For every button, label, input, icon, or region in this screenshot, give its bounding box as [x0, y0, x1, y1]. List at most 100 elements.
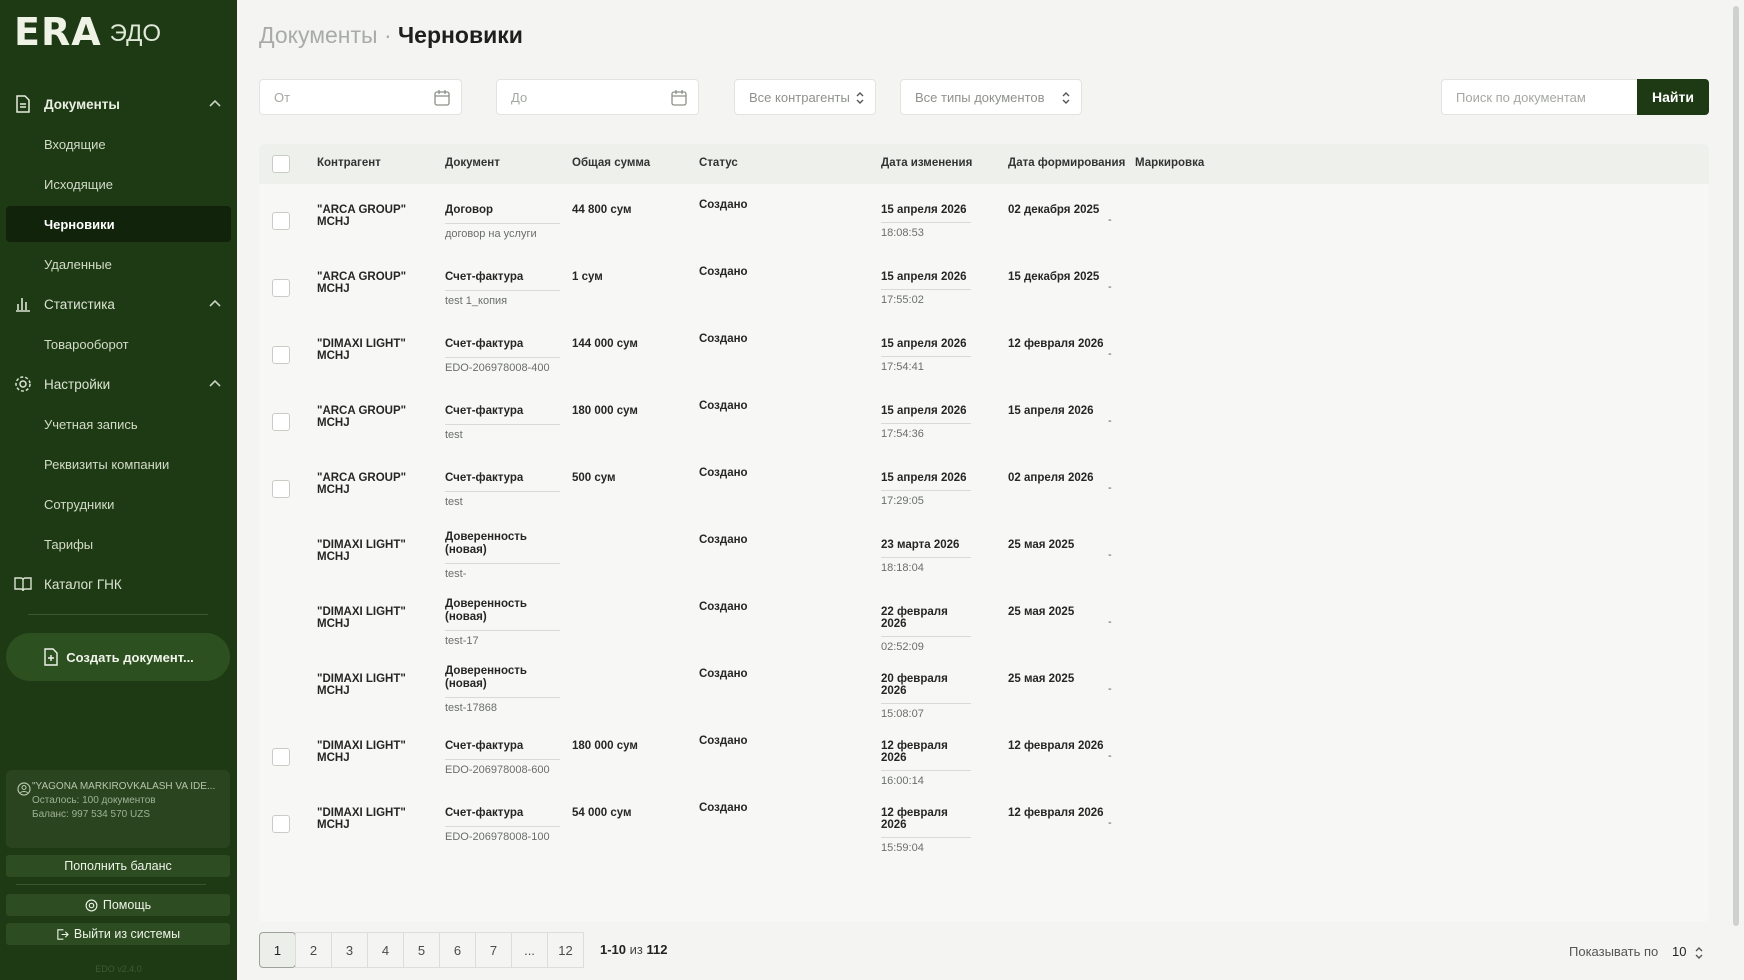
status-badge: Создано — [699, 601, 748, 613]
table-row[interactable]: "DIMAXI LIGHT" MCHJ Счет-фактура EDO-20697… — [259, 720, 1709, 795]
pagination-ellipsis[interactable]: ... — [511, 932, 548, 968]
pagination-of: из — [629, 942, 643, 957]
sidebar-item-drafts[interactable]: Черновики — [6, 206, 231, 242]
row-checkbox[interactable] — [272, 413, 290, 431]
table-row[interactable]: "ARCA GROUP" MCHJ Договор договор на услуг… — [259, 184, 1709, 259]
row-checkbox[interactable] — [272, 346, 290, 364]
nav-catalog[interactable]: Каталог ГНК — [0, 564, 237, 604]
table-row[interactable]: "ARCA GROUP" MCHJ Счет-фактура test 500 сум… — [259, 452, 1709, 527]
cell-document[interactable]: Счет-фактура EDO-206978008-400 — [445, 338, 560, 374]
calendar-icon[interactable] — [670, 89, 688, 107]
table-row[interactable]: "DIMAXI LIGHT" MCHJ Доверенность (новая) t… — [259, 519, 1709, 594]
date-to-input[interactable]: До — [496, 79, 699, 115]
page-button[interactable]: 1 — [259, 932, 296, 968]
nav-group-statistics[interactable]: Статистика — [0, 284, 237, 324]
account-card: "YAGONA MARKIROVKALASH VA IDE... Осталос… — [6, 770, 230, 848]
document-type: Счет-фактура — [445, 271, 560, 291]
cell-document[interactable]: Счет-фактура EDO-206978008-600 — [445, 740, 560, 776]
column-header-status[interactable]: Статус — [699, 157, 738, 169]
status-badge: Создано — [699, 668, 748, 680]
cell-changed-date: 23 марта 2026 18:18:04 — [881, 539, 971, 574]
help-button[interactable]: Помощь — [6, 894, 230, 916]
cell-document[interactable]: Договор договор на услуги — [445, 204, 560, 240]
sidebar-item-incoming[interactable]: Входящие — [0, 124, 237, 164]
cell-counterparty: "DIMAXI LIGHT" MCHJ — [317, 539, 406, 563]
page-scrollbar[interactable] — [1733, 6, 1739, 926]
bar-chart-icon — [14, 295, 32, 313]
page-button[interactable]: 6 — [439, 932, 476, 968]
create-document-button[interactable]: Создать документ... — [6, 633, 230, 681]
status-badge: Создано — [699, 400, 748, 412]
logout-button[interactable]: Выйти из системы — [6, 923, 230, 945]
nav-group-settings[interactable]: Настройки — [0, 364, 237, 404]
cell-document[interactable]: Счет-фактура test — [445, 472, 560, 508]
cell-amount: 500 сум — [572, 472, 616, 484]
status-badge: Создано — [699, 266, 748, 278]
cell-document[interactable]: Счет-фактура test 1_копия — [445, 271, 560, 307]
per-page-select[interactable]: 10 — [1672, 944, 1686, 959]
document-type: Доверенность (новая) — [445, 598, 560, 631]
changed-time: 18:08:53 — [881, 227, 924, 239]
cell-document[interactable]: Доверенность (новая) test-17 — [445, 598, 560, 647]
chevron-up-icon — [209, 379, 221, 387]
changed-time: 15:08:07 — [881, 708, 924, 720]
column-header-counterparty[interactable]: Контрагент — [317, 157, 381, 169]
cell-changed-date: 12 февраля 2026 16:00:14 — [881, 740, 971, 787]
search-button[interactable]: Найти — [1637, 79, 1709, 115]
row-checkbox[interactable] — [272, 815, 290, 833]
counterparty-select[interactable]: Все контрагенты — [734, 79, 876, 115]
documents-table: Контрагент Документ Общая сумма Статус Д… — [259, 144, 1709, 922]
page-button[interactable]: 2 — [295, 932, 332, 968]
column-header-marking[interactable]: Маркировка — [1135, 157, 1204, 169]
column-header-document[interactable]: Документ — [445, 157, 500, 169]
sidebar-item-tariffs[interactable]: Тарифы — [0, 524, 237, 564]
page-button[interactable]: 3 — [331, 932, 368, 968]
table-row[interactable]: "DIMAXI LIGHT" MCHJ Счет-фактура EDO-20697… — [259, 318, 1709, 393]
sidebar-item-company-details[interactable]: Реквизиты компании — [0, 444, 237, 484]
cell-document[interactable]: Счет-фактура test — [445, 405, 560, 441]
breadcrumb-section[interactable]: Документы — [259, 22, 378, 48]
table-row[interactable]: "ARCA GROUP" MCHJ Счет-фактура test 180 000… — [259, 385, 1709, 460]
calendar-icon[interactable] — [433, 89, 451, 107]
page-button[interactable]: 7 — [475, 932, 512, 968]
logo[interactable]: ERA ЭДО — [14, 13, 162, 51]
page-button[interactable]: 4 — [367, 932, 404, 968]
sidebar-item-outgoing[interactable]: Исходящие — [0, 164, 237, 204]
row-checkbox[interactable] — [272, 748, 290, 766]
date-from-input[interactable]: От — [259, 79, 462, 115]
page-button[interactable]: 5 — [403, 932, 440, 968]
table-row[interactable]: "DIMAXI LIGHT" MCHJ Счет-фактура EDO-20697… — [259, 787, 1709, 862]
select-all-checkbox[interactable] — [272, 155, 290, 173]
page-button[interactable]: 12 — [547, 932, 584, 968]
changed-time: 15:59:04 — [881, 842, 924, 854]
cell-document[interactable]: Доверенность (новая) test-17868 — [445, 665, 560, 714]
logo-product: ЭДО — [109, 20, 162, 47]
doc-type-select[interactable]: Все типы документов — [900, 79, 1082, 115]
search-input[interactable]: Поиск по документам — [1441, 79, 1637, 115]
document-name: EDO-206978008-600 — [445, 764, 550, 776]
column-header-changed-date[interactable]: Дата изменения — [881, 157, 972, 169]
sidebar-item-deleted[interactable]: Удаленные — [0, 244, 237, 284]
cell-marking: - — [1108, 482, 1112, 494]
column-header-formed-date[interactable]: Дата формирования — [1008, 157, 1125, 169]
updown-arrow-icon[interactable] — [1694, 945, 1704, 961]
row-checkbox[interactable] — [272, 212, 290, 230]
table-row[interactable]: "DIMAXI LIGHT" MCHJ Доверенность (новая) t… — [259, 586, 1709, 661]
sidebar-divider — [28, 614, 208, 615]
cell-amount: 144 000 сум — [572, 338, 638, 350]
changed-date: 15 апреля 2026 — [881, 405, 971, 424]
nav-group-documents[interactable]: Документы — [0, 84, 237, 124]
topup-balance-button[interactable]: Пополнить баланс — [6, 855, 230, 877]
sidebar-item-turnover[interactable]: Товарооборот — [0, 324, 237, 364]
cell-document[interactable]: Счет-фактура EDO-206978008-100 — [445, 807, 560, 843]
row-checkbox[interactable] — [272, 480, 290, 498]
sidebar-nav: Документы Входящие Исходящие Черновики У… — [0, 84, 237, 604]
table-row[interactable]: "DIMAXI LIGHT" MCHJ Доверенность (новая) t… — [259, 653, 1709, 728]
sidebar-item-account[interactable]: Учетная запись — [0, 404, 237, 444]
document-name: test-17868 — [445, 702, 497, 714]
sidebar-item-employees[interactable]: Сотрудники — [0, 484, 237, 524]
row-checkbox[interactable] — [272, 279, 290, 297]
column-header-amount[interactable]: Общая сумма — [572, 157, 650, 169]
cell-document[interactable]: Доверенность (новая) test- — [445, 531, 560, 580]
table-row[interactable]: "ARCA GROUP" MCHJ Счет-фактура test 1_копи… — [259, 251, 1709, 326]
